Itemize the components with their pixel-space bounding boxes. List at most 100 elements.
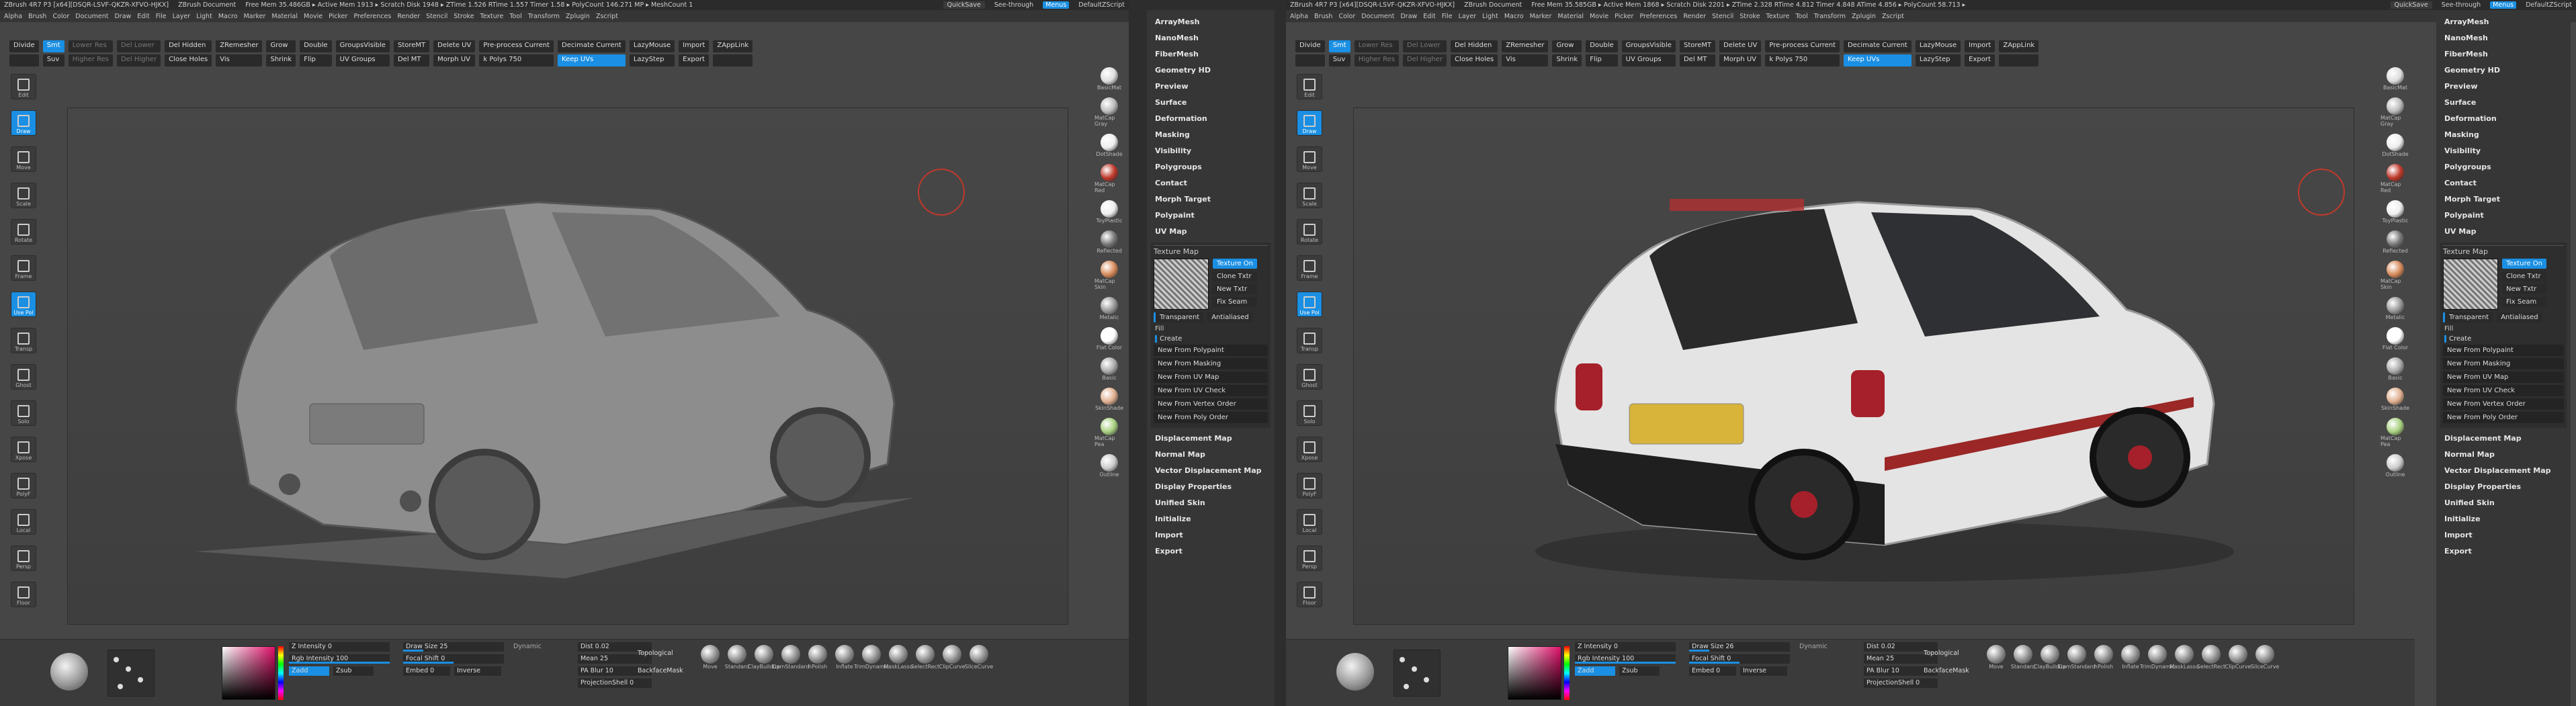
tool-button[interactable]: Shrink [1552, 54, 1582, 67]
brush-trimdynamic[interactable]: TrimDynamic [854, 645, 889, 670]
tool-button[interactable]: Suv [42, 54, 65, 67]
tool-button[interactable]: Vis [1502, 54, 1549, 67]
tool-button[interactable]: Lower Res [68, 40, 113, 52]
car-model-gray[interactable] [189, 148, 961, 612]
create-new-from-masking-button[interactable]: New From Masking [1154, 358, 1268, 369]
palette-displacement-map[interactable]: Displacement Map [2436, 431, 2571, 447]
material-matcap-skin[interactable]: MatCap Skin [2380, 261, 2410, 290]
tool-button[interactable]: Import [1965, 40, 1995, 52]
menus-toggle[interactable]: Menus [1043, 1, 1070, 9]
tool-button[interactable]: UV Groups [335, 54, 390, 67]
tool-button[interactable]: LazyMouse [1915, 40, 1961, 52]
material-skinshade[interactable]: SkinShade [2380, 388, 2410, 411]
brush-clipcurve[interactable]: ClipCurve [2225, 645, 2251, 670]
tool-button[interactable]: Keep UVs [1844, 54, 1912, 67]
shelf-use-pol-button[interactable]: Use Pol [1297, 292, 1322, 317]
palette-surface[interactable]: Surface [1147, 95, 1275, 111]
menu-alpha[interactable]: Alpha [4, 13, 22, 20]
tool-button[interactable]: Pre-process Current [479, 40, 554, 52]
tool-button[interactable]: Del Lower [1403, 40, 1447, 52]
canvas-viewport[interactable] [67, 107, 1068, 625]
material-skinshade[interactable]: SkinShade [1094, 388, 1124, 411]
menu-texture[interactable]: Texture [480, 13, 504, 20]
palette-uv-map[interactable]: UV Map [1147, 224, 1275, 240]
zadd-toggle[interactable]: Zadd [289, 666, 329, 676]
palette-contact[interactable]: Contact [2436, 175, 2571, 191]
menu-color[interactable]: Color [1338, 13, 1355, 20]
menu-zscript[interactable]: Zscript [1882, 13, 1904, 20]
seethrough-slider[interactable]: See-through [2442, 1, 2481, 9]
menu-file[interactable]: File [1442, 13, 1453, 20]
menu-picker[interactable]: Picker [1615, 13, 1633, 20]
fix-seam-button[interactable]: Fix Seam [2502, 297, 2546, 307]
shelf-floor-button[interactable]: Floor [11, 582, 36, 607]
palette-fibermesh[interactable]: FiberMesh [1147, 46, 1275, 62]
tool-button[interactable]: UV Groups [1621, 54, 1676, 67]
menu-brush[interactable]: Brush [28, 13, 46, 20]
shelf-ghost-button[interactable]: Ghost [11, 364, 36, 390]
menu-zplugin[interactable]: Zplugin [566, 13, 590, 20]
brush-damstandard[interactable]: DamStandard [772, 645, 810, 670]
tool-button[interactable]: GroupsVisible [335, 40, 390, 52]
tool-button[interactable]: Flip [1586, 54, 1618, 67]
menu-transform[interactable]: Transform [1814, 13, 1846, 20]
menu-edit[interactable]: Edit [137, 13, 149, 20]
tool-button[interactable]: LazyStep [1915, 54, 1961, 67]
quicksave-button[interactable]: QuickSave [943, 1, 985, 9]
z-intensity-slider[interactable]: Z Intensity 0 [289, 642, 390, 652]
create-header[interactable]: Create [1155, 335, 1266, 343]
tool-button[interactable]: Higher Res [1354, 54, 1399, 67]
menu-stencil[interactable]: Stencil [426, 13, 447, 20]
tool-button[interactable]: Import [679, 40, 710, 52]
tool-button[interactable]: Smt [42, 40, 65, 52]
create-new-from-masking-button[interactable]: New From Masking [2443, 358, 2564, 369]
menu-render[interactable]: Render [397, 13, 420, 20]
material-flat-color[interactable]: Flat Color [2380, 327, 2410, 351]
tool-button[interactable]: ZAppLink [1999, 40, 2039, 52]
menu-movie[interactable]: Movie [1590, 13, 1608, 20]
tool-button[interactable]: ZAppLink [713, 40, 753, 52]
texture-map-header[interactable]: Texture Map [2443, 245, 2564, 256]
palette-masking[interactable]: Masking [1147, 127, 1275, 143]
tool-button[interactable]: StoreMT [393, 40, 430, 52]
tool-button[interactable]: StoreMT [1679, 40, 1716, 52]
tool-button[interactable]: ZRemesher [1502, 40, 1549, 52]
create-new-from-uv-check-button[interactable]: New From UV Check [1154, 385, 1268, 396]
menu-marker[interactable]: Marker [1530, 13, 1552, 20]
palette-import[interactable]: Import [1147, 527, 1275, 543]
focal-shift-slider[interactable]: Focal Shift 0 [1689, 654, 1790, 664]
shelf-draw-button[interactable]: Draw [11, 110, 36, 136]
tool-button[interactable]: Grow [266, 40, 296, 52]
menu-zplugin[interactable]: Zplugin [1852, 13, 1876, 20]
material-dotshade[interactable]: DotShade [1094, 134, 1124, 157]
palette-visibility[interactable]: Visibility [1147, 143, 1275, 159]
tool-button[interactable]: Suv [1328, 54, 1350, 67]
backface-mask-toggle[interactable]: BackfaceMask [635, 666, 695, 676]
tool-button[interactable]: Del Hidden [165, 40, 212, 52]
fill-label[interactable]: Fill [2444, 325, 2563, 333]
clone-txtr-button[interactable]: Clone Txtr [2502, 271, 2546, 281]
brush-preview[interactable] [50, 653, 88, 691]
color-picker[interactable] [1508, 646, 1561, 700]
brush-slicecurve[interactable]: SliceCurve [2251, 645, 2279, 670]
menu-layer[interactable]: Layer [1459, 13, 1477, 20]
brush-masklasso[interactable]: MaskLasso [2170, 645, 2199, 670]
material-dotshade[interactable]: DotShade [2380, 134, 2410, 157]
brush-move[interactable]: Move [699, 645, 722, 670]
shelf-rotate-button[interactable]: Rotate [1297, 219, 1322, 245]
palette-display-properties[interactable]: Display Properties [1147, 479, 1275, 495]
menu-macro[interactable]: Macro [218, 13, 238, 20]
create-new-from-poly-order-button[interactable]: New From Poly Order [1154, 412, 1268, 423]
menu-picker[interactable]: Picker [329, 13, 347, 20]
shelf-draw-button[interactable]: Draw [1297, 110, 1322, 136]
palette-geometry-hd[interactable]: Geometry HD [1147, 62, 1275, 79]
embed-slider[interactable]: Embed 0 [403, 666, 450, 676]
palette-import[interactable]: Import [2436, 527, 2571, 543]
shelf-ghost-button[interactable]: Ghost [1297, 364, 1322, 390]
shelf-edit-button[interactable]: Edit [11, 74, 36, 99]
dynamic-toggle[interactable]: Dynamic [1797, 642, 1837, 652]
fill-label[interactable]: Fill [1155, 325, 1266, 333]
palette-polypaint[interactable]: Polypaint [2436, 208, 2571, 224]
brush-trimdynamic[interactable]: TrimDynamic [2140, 645, 2175, 670]
menu-layer[interactable]: Layer [173, 13, 191, 20]
